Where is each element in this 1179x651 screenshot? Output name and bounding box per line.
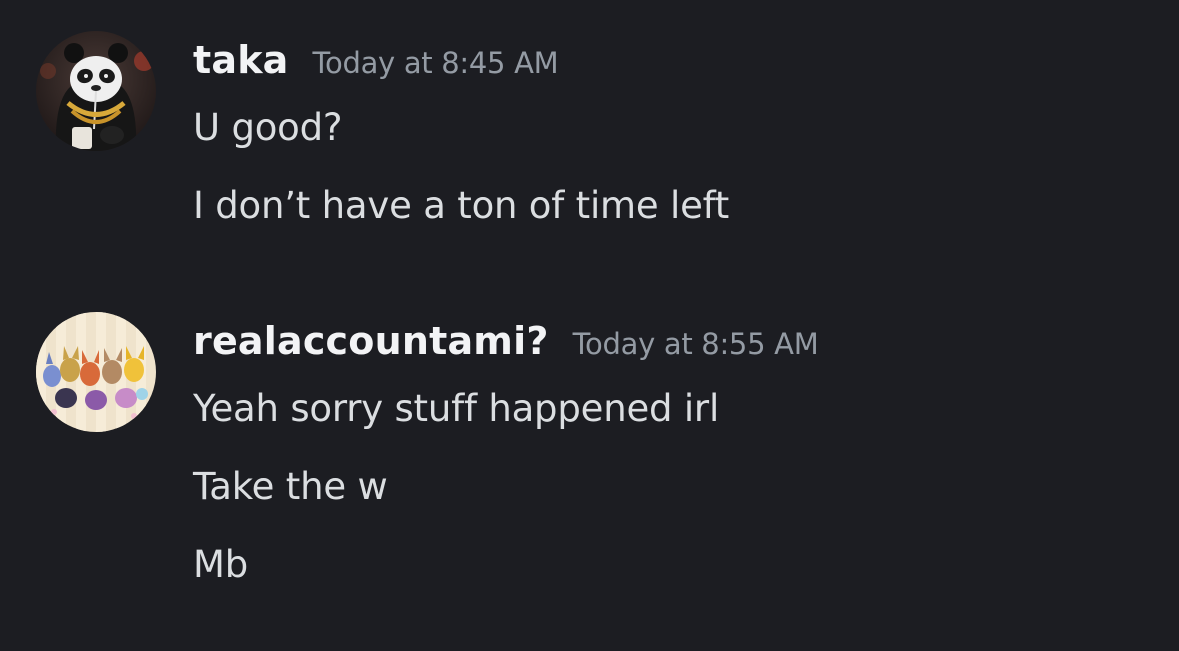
message-text: U good? bbox=[193, 106, 343, 149]
message-text: Mb bbox=[193, 543, 249, 586]
message-header: realaccountami? Today at 8:55 AM bbox=[193, 319, 819, 363]
message-text: Yeah sorry stuff happened irl bbox=[193, 387, 720, 430]
eevee-avatar-icon[interactable] bbox=[36, 312, 156, 432]
username[interactable]: realaccountami? bbox=[193, 319, 549, 363]
message-header: taka Today at 8:45 AM bbox=[193, 38, 559, 82]
message-text: I don’t have a ton of time left bbox=[193, 184, 730, 227]
timestamp: Today at 8:45 AM bbox=[312, 46, 559, 80]
timestamp: Today at 8:55 AM bbox=[572, 327, 819, 361]
chat-messages: taka Today at 8:45 AM U good? I don’t ha… bbox=[0, 0, 1179, 651]
username[interactable]: taka bbox=[193, 38, 289, 82]
panda-avatar-icon[interactable] bbox=[36, 31, 156, 151]
message-text: Take the w bbox=[193, 465, 388, 508]
